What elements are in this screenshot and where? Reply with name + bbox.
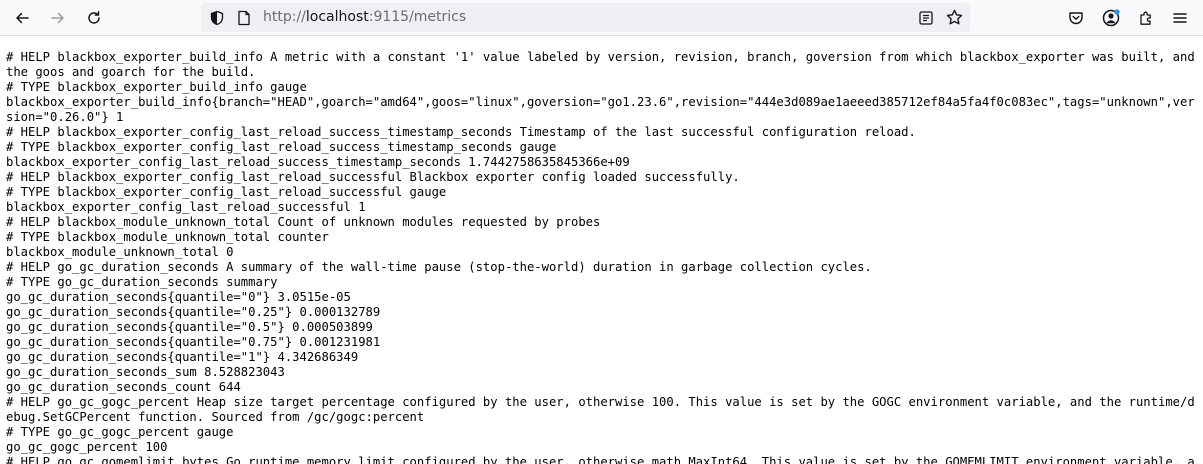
metrics-line: # HELP go_gc_gomemlimit_bytes Go runtime… [6, 455, 1195, 464]
metrics-line: go_gc_duration_seconds{quantile="0.5"} 0… [6, 320, 373, 334]
pocket-icon[interactable] [1062, 4, 1090, 32]
metrics-line: blackbox_exporter_config_last_reload_suc… [6, 200, 366, 214]
metrics-line: # TYPE blackbox_exporter_config_last_rel… [6, 140, 557, 154]
metrics-line: blackbox_module_unknown_total 0 [6, 245, 234, 259]
metrics-line: # HELP blackbox_exporter_config_last_rel… [6, 125, 916, 139]
metrics-line: # TYPE go_gc_duration_seconds summary [6, 275, 278, 289]
reload-icon[interactable] [80, 4, 108, 32]
url-path: :9115/metrics [368, 9, 467, 25]
metrics-line: blackbox_exporter_config_last_reload_suc… [6, 155, 630, 169]
metrics-line: go_gc_duration_seconds{quantile="0.75"} … [6, 335, 381, 349]
extensions-icon[interactable] [1132, 4, 1160, 32]
metrics-line: # TYPE blackbox_exporter_config_last_rel… [6, 185, 447, 199]
metrics-line: go_gc_duration_seconds_count 644 [6, 380, 241, 394]
metrics-line: # TYPE blackbox_exporter_build_info gaug… [6, 80, 307, 94]
metrics-line: # TYPE blackbox_module_unknown_total cou… [6, 230, 329, 244]
url-host: localhost [305, 9, 369, 25]
metrics-line: go_gc_gogc_percent 100 [6, 440, 168, 454]
metrics-line: go_gc_duration_seconds{quantile="0"} 3.0… [6, 290, 351, 304]
url-bar[interactable]: http://localhost:9115/metrics [201, 3, 970, 32]
metrics-text: # HELP blackbox_exporter_build_info A me… [6, 50, 1196, 464]
bookmark-star-icon[interactable] [942, 3, 966, 32]
metrics-line: # HELP go_gc_gogc_percent Heap size targ… [6, 395, 1195, 424]
metrics-line: # TYPE go_gc_gogc_percent gauge [6, 425, 234, 439]
reader-mode-icon[interactable] [914, 3, 938, 32]
url-text[interactable]: http://localhost:9115/metrics [263, 3, 466, 32]
metrics-line: go_gc_duration_seconds_sum 8.528823043 [6, 365, 285, 379]
metrics-line: # HELP blackbox_module_unknown_total Cou… [6, 215, 601, 229]
metrics-line: blackbox_exporter_build_info{branch="HEA… [6, 95, 1195, 124]
metrics-line: # HELP go_gc_duration_seconds A summary … [6, 260, 872, 274]
metrics-line: # HELP blackbox_exporter_config_last_rel… [6, 170, 740, 184]
metrics-line: go_gc_duration_seconds{quantile="0.25"} … [6, 305, 381, 319]
menu-icon[interactable] [1166, 4, 1194, 32]
metrics-line: go_gc_duration_seconds{quantile="1"} 4.3… [6, 350, 359, 364]
page-icon[interactable] [233, 3, 255, 32]
metrics-line: # HELP blackbox_exporter_build_info A me… [6, 50, 1195, 79]
forward-icon[interactable] [44, 4, 72, 32]
shield-icon[interactable] [205, 3, 229, 32]
account-icon[interactable] [1097, 4, 1125, 32]
back-icon[interactable] [8, 4, 36, 32]
url-scheme: http:// [263, 9, 306, 25]
browser-toolbar: http://localhost:9115/metrics [0, 0, 1203, 36]
